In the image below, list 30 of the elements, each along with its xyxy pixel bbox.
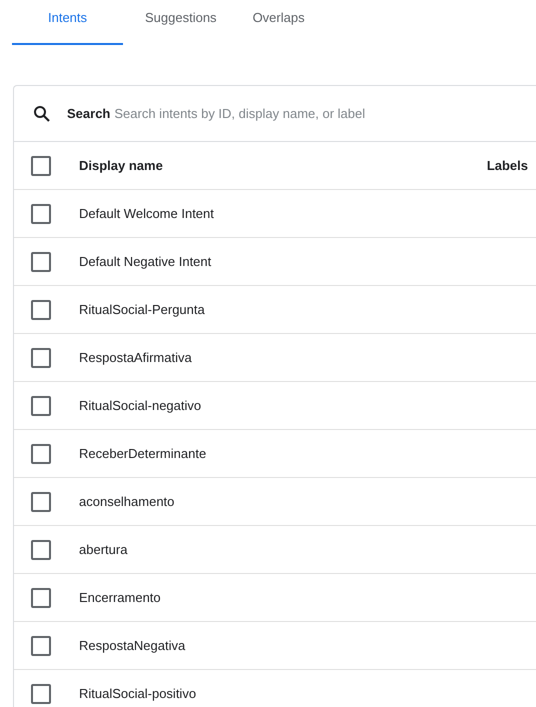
- intent-name[interactable]: RespostaNegativa: [79, 638, 186, 653]
- checkbox[interactable]: [31, 252, 51, 272]
- checkbox[interactable]: [31, 636, 51, 656]
- intent-name[interactable]: RitualSocial-negativo: [79, 398, 202, 413]
- tab[interactable]: Suggestions: [131, 0, 231, 45]
- tab[interactable]: Intents: [12, 0, 123, 45]
- checkbox[interactable]: [31, 348, 51, 368]
- search-icon: [33, 104, 51, 122]
- intent-name[interactable]: abertura: [79, 542, 128, 557]
- checkbox[interactable]: [31, 540, 51, 560]
- search-label: Search: [67, 106, 110, 121]
- checkbox[interactable]: [31, 684, 51, 704]
- checkbox[interactable]: [31, 396, 51, 416]
- intent-name[interactable]: Default Negative Intent: [79, 254, 212, 269]
- checkbox[interactable]: [31, 588, 51, 608]
- column-header: Labels: [486, 158, 528, 173]
- intent-name[interactable]: ReceberDeterminante: [79, 446, 206, 461]
- tab[interactable]: Overlaps: [238, 0, 319, 45]
- intent-name[interactable]: RespostaAfirmativa: [79, 350, 192, 365]
- intent-name[interactable]: Default Welcome Intent: [79, 206, 214, 221]
- checkbox[interactable]: [31, 204, 51, 224]
- intent-name[interactable]: RitualSocial-Pergunta: [79, 302, 205, 317]
- column-header: Display name: [79, 158, 164, 173]
- checkbox[interactable]: [31, 156, 51, 176]
- checkbox[interactable]: [31, 444, 51, 464]
- intent-name[interactable]: aconselhamento: [79, 494, 174, 509]
- checkbox[interactable]: [31, 300, 51, 320]
- intent-name[interactable]: Encerramento: [79, 590, 161, 605]
- checkbox[interactable]: [31, 492, 51, 512]
- intent-name[interactable]: RitualSocial-positivo: [79, 686, 196, 701]
